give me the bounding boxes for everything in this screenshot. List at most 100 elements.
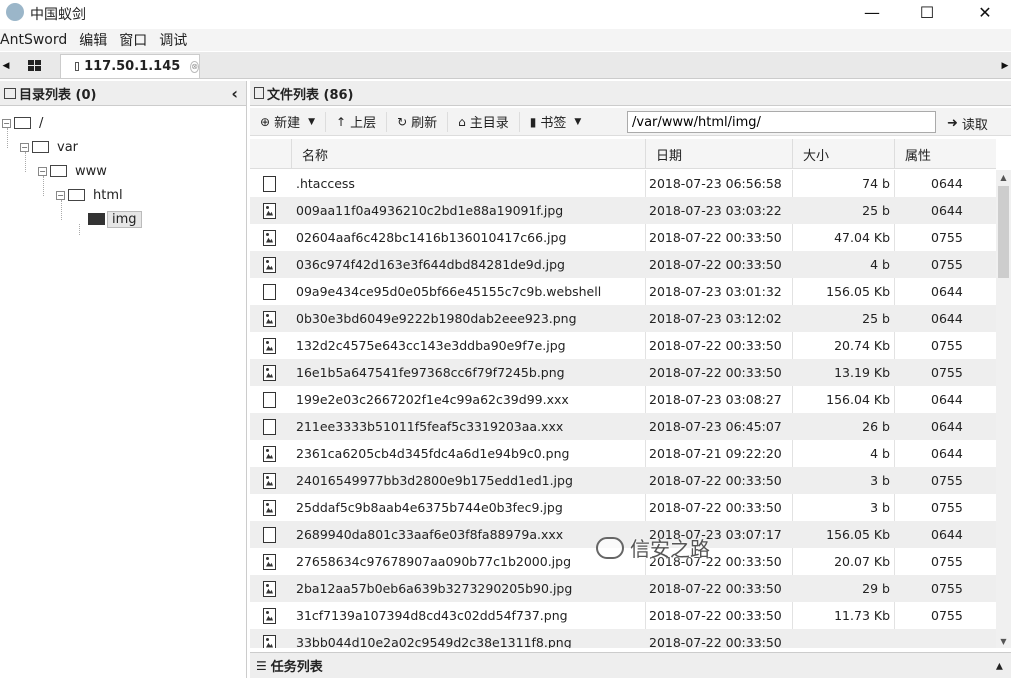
file-icon-cell [263,251,279,278]
file-icon-cell [263,197,279,224]
new-button-label: 新建 [274,116,301,131]
file-row[interactable]: 132d2c4575e643cc143e3ddba90e9f7e.jpg 2018… [250,332,996,359]
collapse-toggle-icon[interactable]: − [38,166,47,176]
file-name: 036c974f42d163e3f644dbd84281de9d.jpg [296,257,565,272]
file-attr: 0755 [931,257,963,272]
directory-tree: − / − var − www − html img [0,107,246,677]
file-panel-header: 文件列表 (86) [250,81,1011,106]
wechat-icon [596,536,624,559]
collapse-toggle-icon[interactable]: − [56,190,65,200]
tree-node-html[interactable]: − html [56,183,246,207]
tree-node-label: img [107,210,142,228]
file-table-scrollbar[interactable]: ▲ ▼ [996,170,1011,648]
file-size: 29 b [862,581,890,596]
file-icon-cell [263,494,279,521]
file-date: 2018-07-22 00:33:50 [649,500,782,515]
new-button[interactable]: ⊕ 新建 ▼ [250,111,326,132]
scroll-up-icon[interactable]: ▲ [996,170,1011,184]
read-button[interactable]: ➜ 读取 [947,114,988,133]
folder-icon [68,189,85,201]
refresh-button[interactable]: ↻ 刷新 [387,111,449,132]
file-row[interactable]: 25ddaf5c9b8aab4e6375b744e0b3fec9.jpg 2018… [250,494,996,521]
file-size: 13.19 Kb [834,365,890,380]
file-icon-cell [263,548,279,575]
file-attr: 0644 [931,311,963,326]
tab-host[interactable]: 117.50.1.145 ⊗ [60,54,200,78]
expand-panel-icon[interactable]: ▼ [996,661,1003,671]
caret-down-icon: ▼ [574,116,582,127]
file-panel-title: 文件列表 (86) [267,87,354,103]
file-date: 2018-07-21 09:22:20 [649,446,782,461]
file-icon-cell [263,629,279,648]
file-date: 2018-07-22 00:33:50 [649,230,782,245]
file-row[interactable]: 036c974f42d163e3f644dbd84281de9d.jpg 2018… [250,251,996,278]
file-row[interactable]: 31cf7139a107394d8cd43c02dd54f737.png 2018… [250,602,996,629]
up-button[interactable]: ↑ 上层 [326,111,388,132]
bookmark-button[interactable]: ▮ 书签 ▼ [520,112,592,132]
tab-scroll-left-icon[interactable]: ◀ [0,52,12,79]
tree-node-label: var [57,139,79,155]
file-icon-cell [263,413,279,440]
app-logo-icon [6,3,24,21]
file-row[interactable]: 009aa11f0a4936210c2bd1e88a19091f.jpg 2018… [250,197,996,224]
file-date: 2018-07-23 06:56:58 [649,176,782,191]
tree-node-label: / [39,115,44,131]
column-attr[interactable]: 属性 [894,139,996,169]
file-attr: 0755 [931,473,963,488]
file-row[interactable]: 199e2e03c2667202f1e4c99a62c39d99.xxx 2018… [250,386,996,413]
arrow-right-icon: ➜ [947,116,958,131]
task-panel-header[interactable]: ☰ 任务列表 ▼ [250,652,1011,678]
file-row[interactable]: 24016549977bb3d2800e9b175edd1ed1.jpg 2018… [250,467,996,494]
collapse-toggle-icon[interactable]: − [20,142,29,152]
file-row[interactable]: 02604aaf6c428bc1416b136010417c66.jpg 2018… [250,224,996,251]
scroll-thumb[interactable] [998,186,1009,278]
file-icon-cell [263,602,279,629]
home-button[interactable]: ⌂ 主目录 [448,111,520,132]
tree-node-img[interactable]: img [88,207,246,231]
file-icon-cell [263,575,279,602]
file-row[interactable]: 0b30e3bd6049e9222b1980dab2eee923.png 2018… [250,305,996,332]
tab-close-icon[interactable]: ⊗ [190,60,199,73]
file-name: 2361ca6205cb4d345fdc4a6d1e94b9c0.png [296,446,570,461]
close-window-button[interactable]: ✕ [962,0,1008,24]
scroll-down-icon[interactable]: ▼ [996,634,1011,648]
file-date: 2018-07-22 00:33:50 [649,473,782,488]
tab-scroll-right-icon[interactable]: ▶ [999,52,1011,79]
file-icon-cell [263,170,279,197]
menu-debug[interactable]: 调试 [159,30,193,50]
file-row[interactable]: 2ba12aa57b0eb6a639b3273290205b90.jpg 2018… [250,575,996,602]
tree-node-label: www [75,163,107,179]
tree-node-var[interactable]: − var [20,135,246,159]
path-input[interactable] [627,111,936,133]
file-attr: 0755 [931,230,963,245]
file-name: 27658634c97678907aa090b77c1b2000.jpg [296,554,572,569]
tree-node-root[interactable]: − / [2,111,246,135]
column-date[interactable]: 日期 [645,139,792,169]
image-icon [263,634,276,648]
file-size: 25 b [862,311,890,326]
window-title: 中国蚁剑 [30,7,86,23]
file-name: .htaccess [296,176,355,191]
file-row[interactable]: 2361ca6205cb4d345fdc4a6d1e94b9c0.png 2018… [250,440,996,467]
column-size[interactable]: 大小 [792,139,894,169]
tree-node-www[interactable]: − www [38,159,246,183]
menu-edit[interactable]: 编辑 [79,30,113,50]
file-row[interactable]: 211ee3333b51011f5feaf5c3319203aa.xxx 2018… [250,413,996,440]
list-icon: ☰ [256,658,267,673]
file-row[interactable]: 09a9e434ce95d0e05bf66e45155c7c9b.webshel… [250,278,996,305]
file-row[interactable]: 16e1b5a647541fe97368cc6f79f7245b.png 2018… [250,359,996,386]
file-row[interactable]: 33bb044d10e2a02c9549d2c38e1311f8.png 2018… [250,629,996,648]
folder-icon [75,62,80,71]
tab-grid-home[interactable] [14,54,54,77]
menu-window[interactable]: 窗口 [119,30,153,50]
image-icon [263,310,276,327]
minimize-button[interactable]: — [849,0,895,24]
column-name[interactable]: 名称 [291,139,645,169]
menu-antsword[interactable]: AntSword [0,32,73,48]
collapse-panel-icon[interactable]: ‹ [231,84,238,103]
maximize-button[interactable]: ☐ [904,0,950,24]
file-row[interactable]: .htaccess 2018-07-23 06:56:58 74 b 0644 [250,170,996,197]
collapse-toggle-icon[interactable]: − [2,118,11,128]
file-attr: 0755 [931,608,963,623]
directory-panel: 目录列表 (0) ‹ − / − var − www − html img [0,81,247,678]
